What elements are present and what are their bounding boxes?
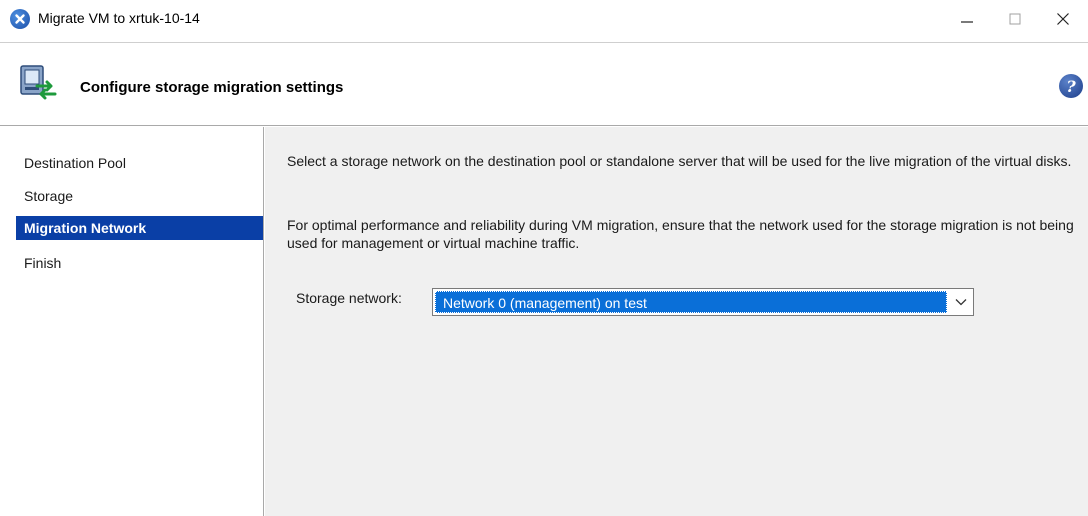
minimize-icon <box>961 21 973 23</box>
storage-network-dropdown[interactable]: Network 0 (management) on test <box>432 288 974 316</box>
maximize-button[interactable] <box>992 0 1038 38</box>
chevron-down-icon[interactable] <box>949 289 973 315</box>
description-text: Select a storage network on the destinat… <box>287 153 1072 169</box>
storage-network-selected-value[interactable]: Network 0 (management) on test <box>435 291 947 313</box>
maximize-icon <box>1009 13 1021 25</box>
migrate-vm-icon <box>17 64 63 104</box>
minimize-button[interactable] <box>944 0 990 38</box>
sidebar-item-finish[interactable]: Finish <box>16 251 263 275</box>
performance-note-text: For optimal performance and reliability … <box>287 217 1074 251</box>
window-title: Migrate VM to xrtuk-10-14 <box>38 10 200 26</box>
sidebar-item-storage[interactable]: Storage <box>16 184 263 208</box>
wizard-steps-sidebar: Destination Pool Storage Migration Netwo… <box>0 127 264 516</box>
app-icon <box>10 9 30 29</box>
close-button[interactable] <box>1040 0 1086 38</box>
close-icon <box>1057 13 1069 25</box>
title-bar: Migrate VM to xrtuk-10-14 <box>0 0 1088 42</box>
storage-network-label: Storage network: <box>296 290 402 306</box>
sidebar-item-destination-pool[interactable]: Destination Pool <box>16 151 263 175</box>
sidebar-item-migration-network[interactable]: Migration Network <box>16 216 263 240</box>
wizard-header: Configure storage migration settings ? <box>0 42 1088 126</box>
page-title: Configure storage migration settings <box>80 79 344 96</box>
help-icon[interactable]: ? <box>1059 74 1083 98</box>
step-content: Select a storage network on the destinat… <box>265 127 1088 516</box>
